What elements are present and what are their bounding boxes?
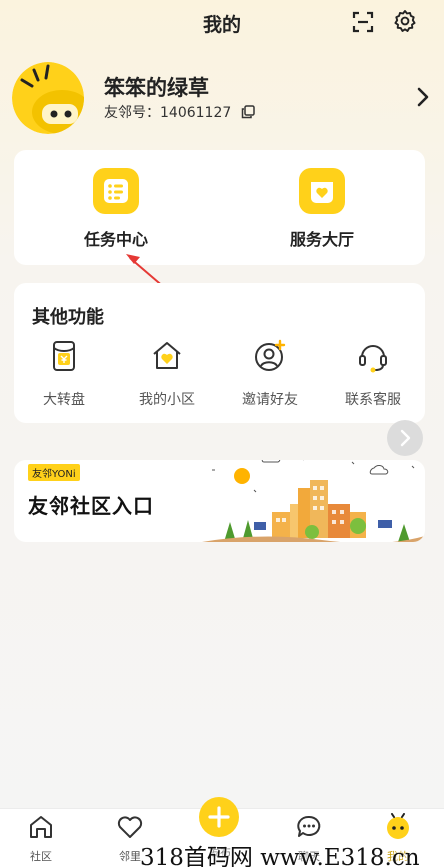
mascot-icon <box>387 813 409 839</box>
other-functions-card: 其他功能 大转盘 我的小区 邀请好友 联系客服 <box>14 283 425 423</box>
banner-tag: 友邻YONi <box>28 464 80 481</box>
gear-icon[interactable] <box>393 9 417 33</box>
task-center-entry[interactable]: 任务中心 <box>36 168 196 250</box>
service-heart-icon <box>299 168 345 214</box>
chevron-right-icon[interactable] <box>416 86 430 108</box>
publish-button[interactable] <box>199 797 239 837</box>
tab-label: 社区 <box>30 850 52 863</box>
section-title: 其他功能 <box>32 307 104 328</box>
city-illustration <box>202 460 425 542</box>
top-bar: 我的 <box>0 0 444 44</box>
nickname: 笨笨的绿草 <box>104 76 209 100</box>
watermark-text: 318首码网 www.E318.cn <box>140 845 420 867</box>
copy-icon[interactable] <box>241 105 256 119</box>
invite-friends-item[interactable]: 邀请好友 <box>220 339 320 409</box>
profile-row[interactable]: 笨笨的绿草 友邻号：14061127 <box>12 58 432 138</box>
community-banner[interactable]: 友邻YONi 友邻社区入口 <box>14 460 425 542</box>
scan-icon[interactable] <box>351 10 375 34</box>
uid-row: 友邻号：14061127 <box>104 102 256 122</box>
function-label: 我的小区 <box>139 392 195 408</box>
uid-text: 友邻号：14061127 <box>104 105 232 121</box>
lucky-wheel-item[interactable]: 大转盘 <box>14 339 114 409</box>
task-list-icon <box>93 168 139 214</box>
chevron-right-icon <box>400 429 411 447</box>
scroll-right-button[interactable] <box>387 420 423 456</box>
my-community-item[interactable]: 我的小区 <box>117 339 217 409</box>
red-envelope-icon <box>53 341 75 371</box>
entry-card: 任务中心 服务大厅 <box>14 150 425 265</box>
home-heart-icon <box>153 342 181 369</box>
heart-icon <box>117 816 143 838</box>
plus-icon <box>208 806 230 828</box>
add-user-icon <box>255 339 286 371</box>
tab-community[interactable]: 社区 <box>11 813 71 864</box>
page-title: 我的 <box>202 14 241 36</box>
banner-title: 友邻社区入口 <box>28 494 154 518</box>
entry-label: 服务大厅 <box>289 230 354 249</box>
home-icon <box>30 816 52 838</box>
function-label: 大转盘 <box>43 392 85 408</box>
function-label: 邀请好友 <box>242 392 298 408</box>
chat-bubble-icon <box>297 815 321 837</box>
customer-service-item[interactable]: 联系客服 <box>323 339 423 409</box>
headset-icon <box>359 345 387 373</box>
avatar[interactable] <box>12 62 84 134</box>
service-hall-entry[interactable]: 服务大厅 <box>242 168 402 250</box>
function-label: 联系客服 <box>345 392 401 408</box>
